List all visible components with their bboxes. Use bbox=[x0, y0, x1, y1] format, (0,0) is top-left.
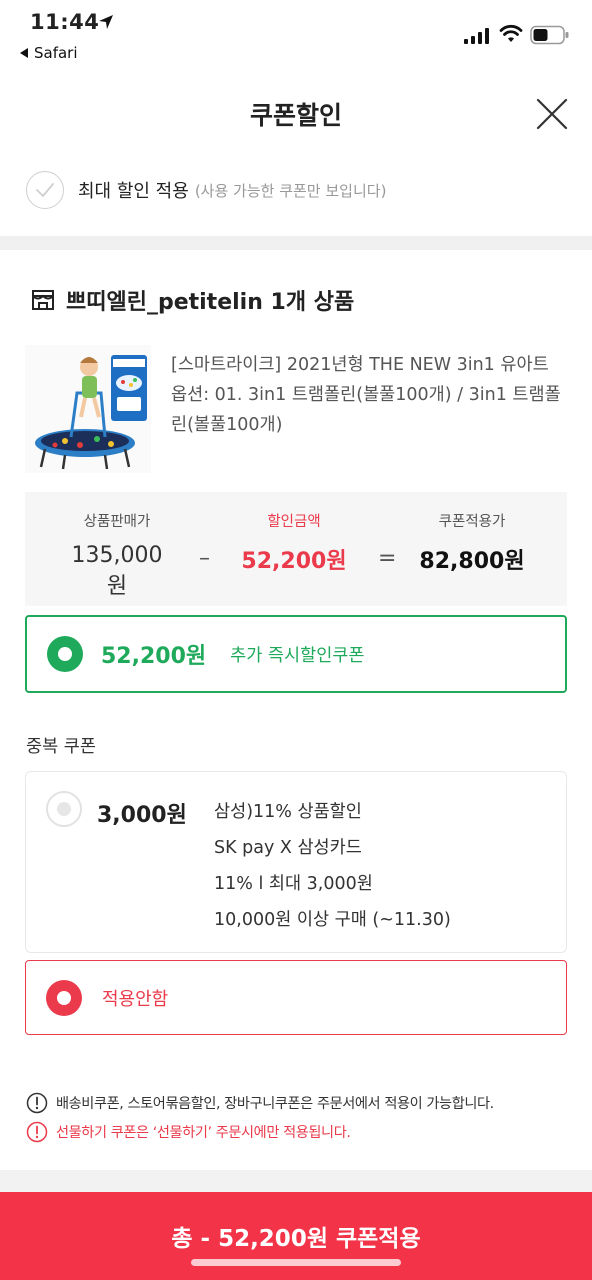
home-indicator[interactable] bbox=[191, 1259, 401, 1266]
info-icon bbox=[26, 1092, 48, 1114]
duplicate-coupon-title: 중복 쿠폰 bbox=[26, 737, 96, 757]
final-price-label: 쿠폰적용가 bbox=[438, 514, 506, 530]
final-price-value: 82,800원 bbox=[419, 549, 525, 574]
equals-sign: = bbox=[378, 546, 397, 571]
duplicate-coupon-line: 10,000원 이상 구매 (~11.30) bbox=[214, 910, 451, 930]
price-summary: 상품판매가 135,000원 – 할인금액 52,200원 = 쿠폰적용가 82… bbox=[25, 492, 567, 606]
status-bar: 11:44 Safari bbox=[0, 0, 592, 70]
battery-icon bbox=[530, 25, 569, 45]
page-title: 쿠폰할인 bbox=[249, 101, 342, 130]
bottom-divider bbox=[0, 1170, 592, 1192]
duplicate-coupon-line: 삼성)11% 상품할인 bbox=[214, 802, 362, 822]
warning-icon bbox=[26, 1121, 48, 1143]
discount-value: 52,200원 bbox=[241, 549, 347, 574]
seller-name: 쁘띠엘린_petitelin 1개 상품 bbox=[66, 290, 355, 315]
instant-coupon-option[interactable]: 52,200원 추가 즉시할인쿠폰 bbox=[25, 615, 567, 693]
store-icon bbox=[32, 290, 54, 310]
wifi-icon bbox=[499, 24, 523, 42]
minus-sign: – bbox=[199, 546, 210, 571]
sale-price-col: 상품판매가 135,000원 bbox=[62, 510, 172, 600]
instant-coupon-amount: 52,200원 bbox=[101, 644, 207, 669]
seller-header: 쁘띠엘린_petitelin 1개 상품 bbox=[30, 284, 354, 316]
location-arrow-icon bbox=[99, 15, 113, 29]
status-time: 11:44 bbox=[30, 10, 100, 34]
signal-icon bbox=[464, 28, 489, 44]
product-option-line1: 옵션: 01. 3in1 트램폴린(볼풀100개) / 3in1 트램폴 bbox=[171, 385, 561, 405]
duplicate-coupon-line: 11% l 최대 3,000원 bbox=[214, 874, 373, 894]
checkmark-icon bbox=[36, 183, 54, 197]
radio-unselected-icon[interactable] bbox=[46, 791, 82, 827]
max-discount-sub: (사용 가능한 쿠폰만 보입니다) bbox=[194, 181, 387, 200]
final-price-col: 쿠폰적용가 82,800원 bbox=[417, 510, 527, 575]
section-divider bbox=[0, 236, 592, 250]
notice-shipping: 배송비쿠폰, 스토어묶음할인, 장바구니쿠폰은 주문서에서 적용이 가능합니다. bbox=[26, 1092, 494, 1114]
apply-coupon-button[interactable]: 총 - 52,200원 쿠폰적용 bbox=[0, 1192, 592, 1280]
check-circle-icon[interactable] bbox=[26, 171, 64, 209]
instant-coupon-desc: 추가 즉시할인쿠폰 bbox=[230, 645, 365, 666]
sale-price-label: 상품판매가 bbox=[83, 514, 151, 530]
duplicate-coupon-option[interactable]: 3,000원 삼성)11% 상품할인 SK pay X 삼성카드 11% l 최… bbox=[25, 771, 567, 953]
notice-text: 배송비쿠폰, 스토어묶음할인, 장바구니쿠폰은 주문서에서 적용이 가능합니다. bbox=[56, 1096, 494, 1112]
discount-col: 할인금액 52,200원 bbox=[239, 510, 349, 575]
notice-text: 선물하기 쿠폰은 ‘선물하기’ 주문시에만 적용됩니다. bbox=[56, 1125, 351, 1141]
product-name: [스마트라이크] 2021년형 THE NEW 3in1 유아트 bbox=[171, 355, 549, 375]
back-app-label: Safari bbox=[34, 44, 78, 62]
product-image[interactable] bbox=[25, 345, 151, 473]
max-discount-toggle[interactable]: 최대 할인 적용 (사용 가능한 쿠폰만 보입니다) bbox=[26, 170, 386, 210]
duplicate-coupon-line: SK pay X 삼성카드 bbox=[214, 838, 362, 858]
notice-gift: 선물하기 쿠폰은 ‘선물하기’ 주문시에만 적용됩니다. bbox=[26, 1121, 351, 1143]
product-info: [스마트라이크] 2021년형 THE NEW 3in1 유아트 옵션: 01.… bbox=[171, 350, 567, 440]
close-icon[interactable] bbox=[532, 94, 572, 134]
discount-label: 할인금액 bbox=[267, 514, 321, 530]
apply-coupon-label: 총 - 52,200원 쿠폰적용 bbox=[171, 1226, 421, 1252]
product-option-line2: 린(볼풀100개) bbox=[171, 415, 283, 435]
duplicate-coupon-details: 삼성)11% 상품할인 SK pay X 삼성카드 11% l 최대 3,000… bbox=[214, 794, 451, 938]
not-apply-option[interactable]: 적용안함 bbox=[25, 960, 567, 1035]
max-discount-label: 최대 할인 적용 bbox=[78, 181, 189, 202]
back-to-app-link[interactable]: Safari bbox=[20, 44, 78, 62]
sale-price-value: 135,000원 bbox=[71, 543, 163, 599]
not-apply-label: 적용안함 bbox=[102, 988, 169, 1010]
radio-selected-icon[interactable] bbox=[46, 979, 82, 1016]
duplicate-coupon-amount: 3,000원 bbox=[97, 803, 187, 828]
back-arrow-icon bbox=[20, 48, 28, 58]
radio-selected-icon[interactable] bbox=[47, 636, 83, 672]
